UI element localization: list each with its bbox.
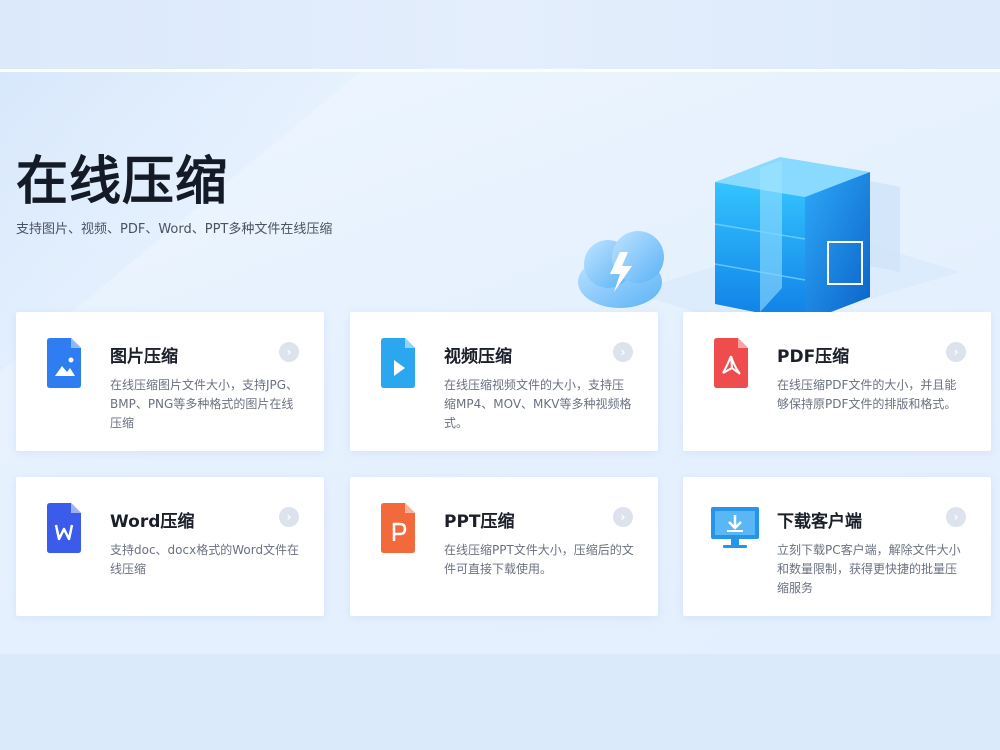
bottom-band — [0, 654, 1000, 750]
card-description: 在线压缩图片文件大小，支持JPG、BMP、PNG等多种格式的图片在线压缩 — [110, 378, 299, 430]
card-ppt-compress[interactable]: PPT压缩 在线压缩PPT文件大小，压缩后的文件可直接下载使用。 › — [350, 477, 658, 616]
card-description: 立刻下载PC客户端，解除文件大小和数量限制，获得更快捷的批量压缩服务 — [777, 543, 961, 595]
page-title: 在线压缩 — [16, 152, 229, 212]
chevron-right-icon[interactable]: › — [279, 507, 299, 527]
card-word-compress[interactable]: Word压缩 支持doc、docx格式的Word文件在线压缩 › — [16, 477, 324, 616]
card-title: 视频压缩 — [444, 347, 512, 367]
card-description: 在线压缩PDF文件的大小，并且能够保持原PDF文件的排版和格式。 — [777, 378, 957, 411]
card-title: 图片压缩 — [110, 347, 178, 367]
card-description: 在线压缩视频文件的大小，支持压缩MP4、MOV、MKV等多种视频格式。 — [444, 378, 632, 430]
chevron-right-icon[interactable]: › — [613, 507, 633, 527]
word-file-icon — [47, 503, 81, 553]
chevron-right-icon[interactable]: › — [946, 507, 966, 527]
card-description: 支持doc、docx格式的Word文件在线压缩 — [110, 543, 300, 576]
chevron-right-icon[interactable]: › — [279, 342, 299, 362]
pdf-file-icon — [714, 338, 748, 388]
compression-illustration — [578, 157, 960, 312]
card-title: Word压缩 — [110, 512, 195, 532]
card-title: PPT压缩 — [444, 512, 515, 532]
card-video-compress[interactable]: 视频压缩 在线压缩视频文件的大小，支持压缩MP4、MOV、MKV等多种视频格式。… — [350, 312, 658, 451]
card-pdf-compress[interactable]: PDF压缩 在线压缩PDF文件的大小，并且能够保持原PDF文件的排版和格式。 › — [683, 312, 991, 451]
card-download-client[interactable]: 下载客户端 立刻下载PC客户端，解除文件大小和数量限制，获得更快捷的批量压缩服务… — [683, 477, 991, 616]
chevron-right-icon[interactable]: › — [946, 342, 966, 362]
card-description: 在线压缩PPT文件大小，压缩后的文件可直接下载使用。 — [444, 543, 634, 576]
top-band — [0, 0, 1000, 70]
image-file-icon — [47, 338, 81, 388]
card-title: PDF压缩 — [777, 347, 850, 367]
card-image-compress[interactable]: 图片压缩 在线压缩图片文件大小，支持JPG、BMP、PNG等多种格式的图片在线压… — [16, 312, 324, 451]
cloud-icon — [578, 231, 664, 308]
card-title: 下载客户端 — [777, 512, 862, 532]
ppt-file-icon — [381, 503, 415, 553]
desktop-download-icon — [711, 507, 759, 548]
chevron-right-icon[interactable]: › — [613, 342, 633, 362]
page-subtitle: 支持图片、视频、PDF、Word、PPT多种文件在线压缩 — [16, 222, 333, 237]
video-file-icon — [381, 338, 415, 388]
